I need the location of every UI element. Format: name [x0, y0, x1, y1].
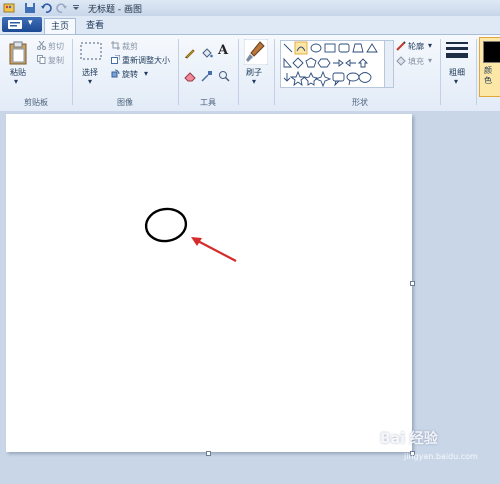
drawn-circle-shape	[144, 207, 188, 243]
group-label-clipboard: 剪贴板	[24, 98, 48, 107]
copy-button[interactable]: 复制	[48, 55, 64, 66]
cut-button[interactable]: 剪切	[48, 41, 64, 52]
ribbon-tab-row: ▾ 主页 查看	[0, 16, 500, 35]
canvas-resize-handle-right[interactable]	[410, 281, 415, 286]
drawing-canvas[interactable]	[6, 114, 412, 452]
size-icon[interactable]	[446, 41, 468, 61]
file-menu-icon	[8, 20, 22, 29]
outline-button[interactable]: 轮廓	[408, 41, 424, 52]
canvas-resize-handle-bottom[interactable]	[206, 451, 211, 456]
watermark-url: jingyan.baidu.com	[404, 452, 478, 461]
resize-button[interactable]: 重新调整大小	[122, 55, 170, 66]
group-separator	[476, 39, 477, 105]
redo-icon[interactable]	[56, 2, 68, 14]
tab-home[interactable]: 主页	[44, 18, 76, 35]
rotate-button[interactable]: 旋转	[122, 69, 138, 80]
pencil-icon[interactable]	[184, 47, 196, 59]
paste-icon[interactable]	[8, 41, 28, 65]
eraser-icon[interactable]	[184, 70, 196, 82]
scissors-icon	[37, 41, 46, 50]
brushes-dropdown-icon[interactable]: ▾	[252, 77, 256, 86]
outline-dropdown-icon[interactable]: ▾	[428, 41, 432, 50]
group-separator	[178, 39, 179, 105]
copy-icon	[37, 55, 46, 64]
color1-label: 颜色	[484, 66, 492, 85]
select-dropdown-icon[interactable]: ▾	[88, 77, 92, 86]
color-picker-icon[interactable]	[201, 70, 213, 82]
group-label-shapes: 形状	[352, 98, 368, 107]
group-separator	[274, 39, 275, 105]
paint-app-icon	[3, 3, 15, 13]
title-bar: 无标题 - 画图	[0, 0, 500, 17]
shapes-gallery-icons	[283, 41, 378, 88]
file-menu-button[interactable]: ▾	[2, 17, 42, 32]
file-menu-chevron: ▾	[28, 18, 33, 28]
group-label-image: 图像	[117, 98, 133, 107]
rotate-dropdown-icon[interactable]: ▾	[144, 69, 148, 78]
resize-icon	[111, 55, 120, 64]
group-separator	[440, 39, 441, 105]
outline-icon	[396, 41, 406, 51]
window-title: 无标题 - 画图	[88, 5, 142, 15]
size-dropdown-icon[interactable]: ▾	[454, 77, 458, 86]
group-label-tools: 工具	[200, 98, 216, 107]
canvas-drawing	[144, 207, 237, 262]
ribbon: 粘贴 ▾ 剪切 复制 剪贴板 选择 ▾ 裁剪 重新调整大小 旋转 ▾ 图像 A	[0, 34, 500, 112]
color1-swatch	[483, 41, 500, 63]
crop-icon	[111, 41, 120, 50]
crop-button[interactable]: 裁剪	[122, 41, 138, 52]
save-icon[interactable]	[24, 2, 36, 14]
fill-button[interactable]: 填充	[408, 56, 424, 67]
customize-quick-access-icon[interactable]	[70, 2, 82, 14]
shapes-gallery-scrollbar[interactable]	[384, 40, 394, 88]
magnifier-icon[interactable]	[218, 70, 230, 82]
group-separator	[238, 39, 239, 105]
fill-dropdown-icon[interactable]: ▾	[428, 56, 432, 65]
rotate-icon	[111, 69, 120, 78]
select-icon[interactable]	[80, 42, 102, 60]
watermark-logo: Bai 经验	[380, 431, 438, 447]
fill-icon	[396, 56, 406, 66]
color1-button[interactable]: 颜色	[479, 37, 500, 97]
brushes-icon[interactable]	[244, 39, 268, 65]
red-arrow-annotation	[193, 238, 237, 262]
paste-dropdown-icon[interactable]: ▾	[14, 77, 18, 86]
text-tool-icon[interactable]: A	[218, 43, 228, 58]
fill-bucket-icon[interactable]	[201, 47, 213, 59]
group-separator	[72, 39, 73, 105]
undo-icon[interactable]	[40, 2, 52, 14]
shapes-gallery[interactable]	[280, 40, 386, 88]
tab-view[interactable]: 查看	[80, 18, 110, 34]
